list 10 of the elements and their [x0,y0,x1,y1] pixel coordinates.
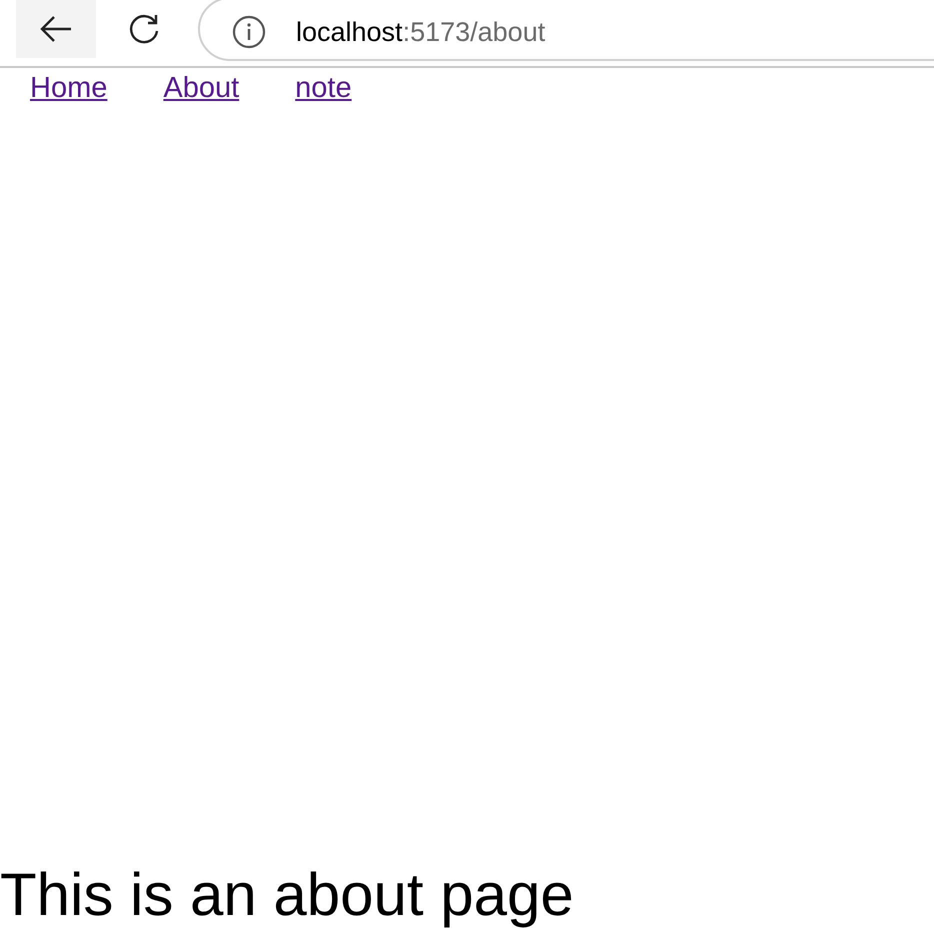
back-icon [39,15,73,43]
address-field[interactable]: localhost:5173/about [198,0,934,61]
page-heading: This is an about page [0,860,575,929]
info-icon [232,15,266,49]
back-button[interactable] [16,0,96,58]
nav-link[interactable]: note [295,72,352,105]
nav-link[interactable]: About [163,72,240,105]
reload-icon [127,12,161,46]
nav-link[interactable]: Home [30,72,108,105]
url-text: localhost:5173/about [296,16,546,48]
